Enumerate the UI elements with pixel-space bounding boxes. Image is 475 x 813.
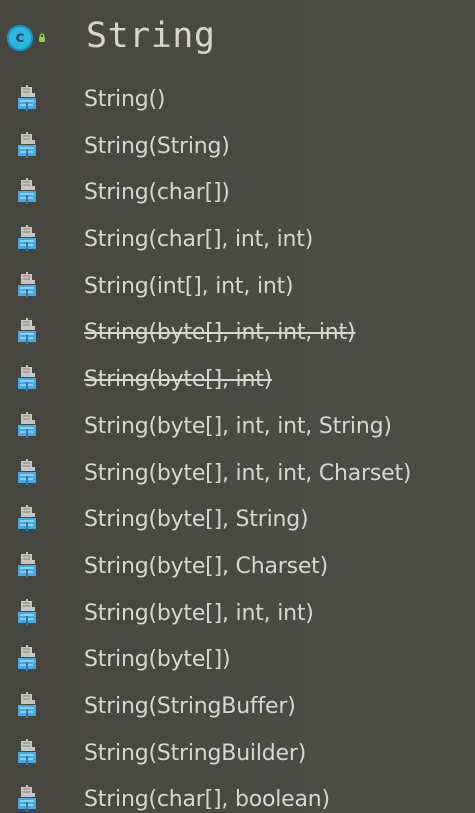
constructor-row[interactable]: String(int[], int, int) [0, 263, 475, 310]
constructor-row[interactable]: String() [0, 76, 475, 123]
constructor-label: String(char[], int, int) [84, 227, 314, 253]
constructor-icon [18, 738, 36, 765]
constructor-row[interactable]: String(byte[], int, int, int) [0, 309, 475, 356]
constructor-label: String(StringBuilder) [84, 740, 307, 766]
constructor-row[interactable]: String(byte[], int, int, String) [0, 403, 475, 450]
constructor-label: String(byte[]) [84, 647, 231, 673]
constructor-list: String() String(String) String(char[]) S… [0, 76, 475, 813]
constructor-icon [18, 178, 36, 205]
class-header: c String [0, 0, 475, 72]
deprecated-constructor-label: String(byte[], int, int, int) [84, 320, 356, 346]
constructor-label: String(String) [84, 133, 230, 159]
constructor-row[interactable]: String(char[]) [0, 169, 475, 216]
constructor-row[interactable]: String(byte[]) [0, 636, 475, 683]
constructor-label: String(byte[], int, int, Charset) [84, 460, 412, 486]
constructor-icon [18, 551, 36, 578]
constructor-row[interactable]: String(byte[], String) [0, 496, 475, 543]
constructor-row[interactable]: String(char[], int, int) [0, 216, 475, 263]
constructor-icon [18, 318, 36, 345]
constructor-icon [18, 225, 36, 252]
constructor-label: String(byte[], String) [84, 507, 309, 533]
class-letter: c [15, 28, 25, 46]
constructor-row[interactable]: String(byte[], int, int) [0, 590, 475, 637]
constructor-icon [18, 85, 36, 111]
structure-popup: c String String() String(String) String(… [0, 0, 475, 813]
constructor-icon [18, 645, 36, 672]
constructor-icon [18, 785, 36, 812]
constructor-icon [18, 458, 36, 485]
constructor-label: String() [84, 87, 166, 112]
constructor-row[interactable]: String(byte[], Charset) [0, 543, 475, 590]
constructor-icon [18, 365, 36, 392]
constructor-row[interactable]: String(StringBuffer) [0, 683, 475, 730]
lock-icon [39, 33, 45, 42]
constructor-row[interactable]: String(byte[], int) [0, 356, 475, 403]
class-title: String [86, 16, 216, 56]
constructor-row[interactable]: String(StringBuilder) [0, 730, 475, 777]
constructor-label: String(StringBuffer) [84, 693, 296, 719]
constructor-row[interactable]: String(String) [0, 123, 475, 170]
constructor-label: String(int[], int, int) [84, 273, 294, 299]
constructor-icon [18, 411, 36, 438]
constructor-icon [18, 505, 36, 532]
constructor-label: String(char[]) [84, 180, 230, 206]
constructor-icon [18, 271, 36, 298]
constructor-icon [18, 131, 36, 158]
constructor-label: String(byte[], int, int, String) [84, 413, 392, 439]
constructor-icon [18, 691, 36, 718]
constructor-label: String(char[], boolean) [84, 787, 330, 813]
deprecated-constructor-label: String(byte[], int) [84, 367, 273, 393]
constructor-row[interactable]: String(char[], boolean) [0, 776, 475, 813]
constructor-label: String(byte[], Charset) [84, 553, 328, 579]
constructor-label: String(byte[], int, int) [84, 600, 314, 626]
class-c-icon: c [7, 25, 45, 51]
constructor-row[interactable]: String(byte[], int, int, Charset) [0, 450, 475, 497]
constructor-icon [18, 598, 36, 625]
